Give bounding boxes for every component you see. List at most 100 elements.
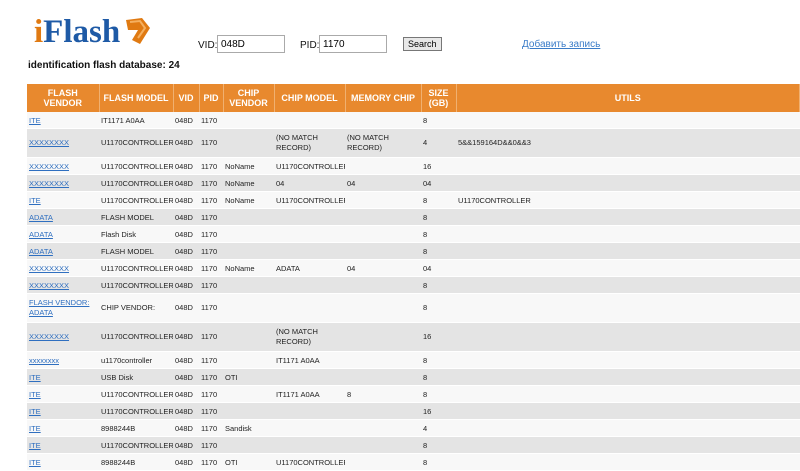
cell-chip-model: IT1171 A0AA xyxy=(274,351,345,369)
cell-chip-model xyxy=(274,242,345,260)
cell-flash-vendor[interactable]: ITE xyxy=(27,419,99,437)
cell-memory-chip xyxy=(345,208,421,226)
vid-label: VID: xyxy=(198,40,218,51)
table-row: ITE 8988244B 048D 1170 OTI U1170CONTROLLER 8 xyxy=(27,453,800,471)
cell-pid: 1170 xyxy=(199,385,223,403)
cell-size: 16 xyxy=(421,402,456,420)
cell-vid: 048D xyxy=(173,368,199,386)
cell-flash-vendor[interactable]: ITE xyxy=(27,385,99,403)
cell-chip-model xyxy=(274,368,345,386)
cell-utils: 5&&159164D&&0&&3 xyxy=(456,128,800,158)
cell-vid: 048D xyxy=(173,322,199,352)
table-row: XXXXXXXX U1170CONTROLLER 048D 1170 NoName 04 0… xyxy=(27,174,800,192)
cell-flash-vendor[interactable]: ITE xyxy=(27,453,99,471)
cell-size: 8 xyxy=(421,351,456,369)
cell-vid: 048D xyxy=(173,128,199,158)
add-record-link[interactable]: Добавить запись xyxy=(522,39,600,50)
cell-flash-model: USB Disk xyxy=(99,368,173,386)
cell-flash-vendor[interactable]: XXXXXXXX xyxy=(27,276,99,294)
database-count: identification flash database: 24 xyxy=(28,60,180,71)
cell-vid: 048D xyxy=(173,402,199,420)
cell-pid: 1170 xyxy=(199,293,223,323)
cell-flash-vendor[interactable]: FLASH VENDOR: ADATA xyxy=(27,293,99,323)
cell-flash-vendor[interactable]: ITE xyxy=(27,436,99,454)
cell-pid: 1170 xyxy=(199,276,223,294)
column-header-size: SIZE (GB) xyxy=(421,84,457,112)
cell-memory-chip xyxy=(345,453,421,471)
cell-pid: 1170 xyxy=(199,419,223,437)
column-header-chip-vendor: CHIP VENDOR xyxy=(223,84,275,112)
cell-vid: 048D xyxy=(173,225,199,243)
cell-size: 8 xyxy=(421,191,456,209)
cell-chip-vendor: NoName xyxy=(223,174,274,192)
column-header-utils: UTILS xyxy=(456,84,800,112)
vid-input[interactable] xyxy=(217,35,285,53)
table-row: ADATA FLASH MODEL 048D 1170 8 xyxy=(27,208,800,226)
column-header-pid: PID xyxy=(199,84,224,112)
cell-size: 04 xyxy=(421,174,456,192)
cell-pid: 1170 xyxy=(199,225,223,243)
cell-chip-vendor: OTI xyxy=(223,453,274,471)
cell-flash-vendor[interactable]: ITE xyxy=(27,402,99,420)
cell-flash-model: 8988244B xyxy=(99,419,173,437)
cell-flash-model: U1170CONTROLLER xyxy=(99,191,173,209)
iflash-logo[interactable]: iFlash xyxy=(34,14,120,51)
cell-chip-model: 04 xyxy=(274,174,345,192)
cell-chip-model: ADATA xyxy=(274,259,345,277)
cell-chip-vendor: OTI xyxy=(223,368,274,386)
cell-flash-vendor[interactable]: ITE xyxy=(27,112,99,129)
cell-chip-model xyxy=(274,419,345,437)
cell-chip-vendor: NoName xyxy=(223,191,274,209)
cell-memory-chip xyxy=(345,351,421,369)
table-row: ITE 8988244B 048D 1170 Sandisk 4 xyxy=(27,419,800,437)
cell-flash-vendor[interactable]: XXXXXXXX xyxy=(27,174,99,192)
cell-flash-vendor[interactable]: XXXXXXXX xyxy=(27,128,99,158)
column-header-memory-chip: MEMORY CHIP xyxy=(345,84,422,112)
cell-flash-vendor[interactable]: xxxxxxxx xyxy=(27,351,99,369)
pid-input[interactable] xyxy=(319,35,387,53)
cell-flash-model: 8988244B xyxy=(99,453,173,471)
cell-flash-vendor[interactable]: XXXXXXXX xyxy=(27,157,99,175)
cell-utils xyxy=(456,276,800,294)
column-header-flash-vendor: FLASH VENDOR xyxy=(27,84,100,112)
table-row: ITE U1170CONTROLLER 048D 1170 8 xyxy=(27,436,800,454)
cell-flash-vendor[interactable]: ITE xyxy=(27,191,99,209)
cell-flash-model: U1170CONTROLLER xyxy=(99,276,173,294)
cell-vid: 048D xyxy=(173,112,199,129)
cell-memory-chip xyxy=(345,157,421,175)
table-row: ITE IT1171 A0AA 048D 1170 8 xyxy=(27,112,800,129)
cell-chip-model xyxy=(274,402,345,420)
cell-size: 8 xyxy=(421,385,456,403)
cell-chip-vendor xyxy=(223,322,274,352)
cell-utils xyxy=(456,259,800,277)
cell-memory-chip xyxy=(345,191,421,209)
cell-flash-vendor[interactable]: ADATA xyxy=(27,225,99,243)
cell-chip-model xyxy=(274,436,345,454)
cell-utils xyxy=(456,174,800,192)
cell-flash-model: U1170CONTROLLER xyxy=(99,174,173,192)
cell-memory-chip xyxy=(345,368,421,386)
cell-flash-model: IT1171 A0AA xyxy=(99,112,173,129)
cell-pid: 1170 xyxy=(199,242,223,260)
cell-chip-vendor: Sandisk xyxy=(223,419,274,437)
pid-label: PID: xyxy=(300,40,320,51)
cell-size: 4 xyxy=(421,419,456,437)
cell-chip-model xyxy=(274,112,345,129)
table-row: ITE U1170CONTROLLER 048D 1170 NoName U1170CON… xyxy=(27,191,800,209)
cell-flash-vendor[interactable]: ADATA xyxy=(27,208,99,226)
cell-flash-model: U1170CONTROLLER xyxy=(99,128,173,158)
cell-flash-model: CHIP VENDOR: xyxy=(99,293,173,323)
cell-utils xyxy=(456,419,800,437)
search-button[interactable]: Search xyxy=(403,37,442,51)
cell-flash-vendor[interactable]: ITE xyxy=(27,368,99,386)
cell-chip-vendor xyxy=(223,293,274,323)
table-row: ITE U1170CONTROLLER 048D 1170 IT1171 A0AA 8 8 xyxy=(27,385,800,403)
cell-flash-model: Flash Disk xyxy=(99,225,173,243)
column-header-chip-model: CHIP MODEL xyxy=(274,84,346,112)
cell-flash-vendor[interactable]: XXXXXXXX xyxy=(27,259,99,277)
cell-memory-chip: 04 xyxy=(345,259,421,277)
cell-flash-vendor[interactable]: XXXXXXXX xyxy=(27,322,99,352)
cell-memory-chip xyxy=(345,402,421,420)
cell-flash-vendor[interactable]: ADATA xyxy=(27,242,99,260)
cell-utils xyxy=(456,225,800,243)
